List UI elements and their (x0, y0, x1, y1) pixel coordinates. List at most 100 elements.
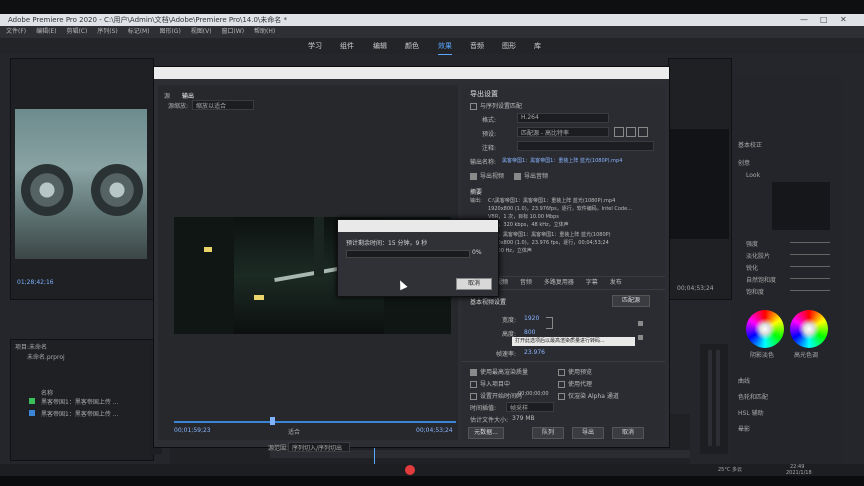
lumetri-wheels-section[interactable]: 色轮和匹配 (738, 392, 768, 401)
source-range-select[interactable]: 序列切入/序列切出 (288, 442, 350, 452)
start-timecode-value[interactable]: 00;00;00;00 (518, 391, 549, 397)
project-item[interactable]: 黑客帝国1：黑客帝国上传 ... (41, 397, 118, 406)
export-audio-checkbox[interactable]: 导出音频 (514, 171, 548, 180)
menu-marker[interactable]: 标记(M) (128, 28, 150, 35)
lumetri-color-panel: 基本校正 创意 Look 强度 淡化胶片 锐化 自然饱和度 饱和度 阴影淡色 高… (732, 74, 842, 474)
workspace-learn[interactable]: 学习 (308, 38, 322, 54)
recorder-app-icon[interactable] (405, 465, 415, 475)
taskbar: 25°C 多云 22:49 2021/1/18 (0, 464, 864, 476)
width-label: 宽度: (502, 317, 517, 324)
lumetri-slider[interactable] (790, 242, 830, 243)
minimize-icon[interactable]: — (800, 14, 808, 26)
match-sequence-checkbox[interactable]: 与序列设置匹配 (470, 101, 522, 110)
lumetri-basic-section[interactable]: 基本校正 (738, 140, 762, 149)
menu-sequence[interactable]: 序列(S) (97, 28, 118, 35)
menu-window[interactable]: 窗口(W) (221, 28, 244, 35)
source-scaling-select[interactable]: 缩放以适合 (192, 100, 254, 110)
tab-publish[interactable]: 发布 (610, 279, 622, 286)
menu-view[interactable]: 视图(V) (191, 28, 212, 35)
interpolation-select[interactable]: 帧采样 (506, 402, 554, 412)
menu-edit[interactable]: 编辑(E) (36, 28, 56, 35)
comments-input[interactable] (517, 141, 654, 151)
tab-audio[interactable]: 音频 (520, 279, 532, 286)
max-quality-checkbox[interactable]: 使用最高渲染质量 (470, 367, 528, 376)
menu-help[interactable]: 帮助(H) (254, 28, 275, 35)
export-playhead[interactable] (270, 417, 275, 425)
fit-label[interactable]: 适合 (288, 427, 300, 436)
use-proxy-checkbox[interactable]: 使用代理 (558, 379, 592, 388)
lumetri-slider[interactable] (790, 254, 830, 255)
render-alpha-checkbox[interactable]: 仅渲染 Alpha 通道 (558, 391, 619, 400)
workspace-graphics[interactable]: 图形 (502, 38, 516, 54)
save-preset-icon[interactable] (614, 127, 624, 137)
import-preset-icon[interactable] (626, 127, 636, 137)
workspace-libraries[interactable]: 库 (534, 38, 541, 54)
format-label: 格式: (482, 117, 497, 124)
output-name-link[interactable]: 黑客帝国1：黑客帝国1：重装上阵 蓝光(1080P).mp4 (502, 157, 622, 164)
highlight-tint-wheel[interactable] (790, 310, 828, 348)
height-value[interactable]: 800 (524, 329, 535, 336)
maximize-icon[interactable]: □ (820, 14, 828, 26)
start-timecode-checkbox[interactable]: 设置开始时间码 (470, 391, 522, 400)
lumetri-slider[interactable] (790, 266, 830, 267)
audio-meter-left (708, 350, 712, 446)
lumetri-curves-section[interactable]: 曲线 (738, 376, 750, 385)
match-sequence-label: 与序列设置匹配 (480, 103, 523, 110)
menu-clip[interactable]: 剪辑(C) (66, 28, 87, 35)
workspace-editing[interactable]: 编辑 (373, 38, 387, 54)
use-previews-checkbox[interactable]: 使用预览 (558, 367, 592, 376)
lumetri-hsl-section[interactable]: HSL 辅助 (738, 408, 764, 417)
lumetri-vignette-section[interactable]: 晕影 (738, 424, 750, 433)
export-video-label: 导出视频 (480, 173, 505, 180)
import-project-checkbox[interactable]: 导入项目中 (470, 379, 510, 388)
format-select[interactable]: H.264 (517, 113, 609, 123)
look-preview-thumbnail[interactable] (772, 182, 830, 230)
tab-source[interactable]: 源 (164, 91, 170, 100)
workspace-color[interactable]: 颜色 (405, 38, 419, 54)
tab-multiplexer[interactable]: 多路复用器 (544, 279, 574, 286)
cancel-button[interactable]: 取消 (612, 427, 644, 439)
delete-preset-icon[interactable] (638, 127, 648, 137)
lumetri-creative-section[interactable]: 创意 (738, 158, 750, 167)
framerate-value[interactable]: 23.976 (524, 349, 545, 356)
summary-title: 摘要 (470, 189, 483, 196)
program-video-frame (669, 129, 729, 239)
workspace-assembly[interactable]: 组件 (340, 38, 354, 54)
preset-value: 匹配源 - 高比特率 (521, 130, 569, 137)
lumetri-slider-label: 饱和度 (746, 289, 765, 296)
height-checkbox[interactable] (638, 335, 643, 340)
preview-figure (314, 217, 324, 277)
program-monitor-panel: 00;04;53;24 (668, 58, 732, 300)
queue-button[interactable]: 队列 (532, 427, 564, 439)
lumetri-slider[interactable] (790, 278, 830, 279)
menu-graphics[interactable]: 图形(G) (159, 28, 180, 35)
output-name-label: 输出名称: (470, 159, 497, 166)
preset-select[interactable]: 匹配源 - 高比特率 (517, 127, 609, 137)
metadata-button[interactable]: 元数据... (468, 427, 504, 439)
close-icon[interactable]: ✕ (840, 14, 847, 26)
export-settings-title: 导出设置 (470, 90, 498, 98)
window-title: Adobe Premiere Pro 2020 - C:\用户\Admin\文档… (8, 16, 288, 24)
workspace-effects[interactable]: 效果 (438, 38, 452, 55)
export-range-bar[interactable] (174, 421, 456, 423)
workspace-audio[interactable]: 音频 (470, 38, 484, 54)
width-value[interactable]: 1920 (524, 315, 539, 322)
truck-wheel (91, 164, 143, 216)
width-checkbox[interactable] (638, 321, 643, 326)
match-source-button[interactable]: 匹配源 (612, 295, 650, 307)
export-button[interactable]: 导出 (572, 427, 604, 439)
tab-output[interactable]: 输出 (182, 91, 194, 100)
project-item[interactable]: 黑客帝国1：黑客帝国上传 ... (41, 409, 118, 418)
link-dimensions-icon[interactable] (546, 317, 553, 329)
project-title: 项目:未命名 (15, 344, 48, 351)
source-range-label: 源范围: (268, 445, 289, 452)
menu-file[interactable]: 文件(F) (6, 28, 26, 35)
shadow-tint-wheel[interactable] (746, 310, 784, 348)
progress-message: 预计剩余时间：15 分钟，9 秒 (346, 240, 428, 247)
progress-cancel-button[interactable]: 取消 (456, 278, 492, 290)
summary-output-detail: AAC，320 kbps，48 kHz，立体声 (488, 222, 569, 228)
preview-light (254, 295, 264, 300)
export-video-checkbox[interactable]: 导出视频 (470, 171, 504, 180)
tab-captions[interactable]: 字幕 (586, 279, 598, 286)
lumetri-slider[interactable] (790, 290, 830, 291)
